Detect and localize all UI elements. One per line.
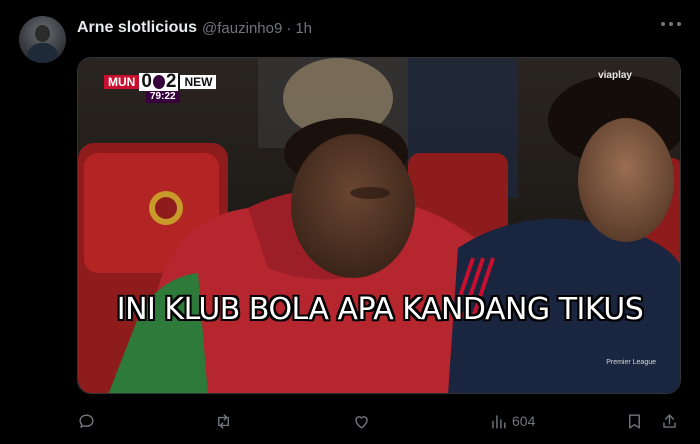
avatar-head <box>35 25 50 42</box>
repost-icon <box>218 413 229 429</box>
views-button[interactable]: 604 <box>489 408 535 434</box>
like-button[interactable] <box>352 408 371 434</box>
timestamp[interactable]: 1h <box>295 20 312 37</box>
separator-dot: · <box>286 19 292 37</box>
reply-icon <box>79 413 94 428</box>
tweet-card[interactable]: Arne slotlicious @fauzinho9 · 1h MUN 0 2… <box>0 0 700 444</box>
broadcaster-logo: viaplay <box>598 70 632 81</box>
stadium-scene <box>78 58 680 393</box>
score: 0 2 <box>139 71 179 92</box>
away-score: 2 <box>165 71 177 92</box>
avatar[interactable] <box>19 16 66 63</box>
more-icon[interactable] <box>659 14 683 34</box>
views-count: 604 <box>512 413 536 429</box>
premier-league-icon <box>152 75 165 89</box>
share-icon <box>663 413 676 428</box>
league-watermark: Premier League <box>606 359 656 366</box>
away-team: NEW <box>178 75 217 89</box>
match-clock: 79:22 <box>146 91 180 103</box>
tweet-header: Arne slotlicious @fauzinho9 · 1h <box>77 17 312 39</box>
reply-button[interactable] <box>77 408 96 434</box>
share-button[interactable] <box>660 408 679 434</box>
display-name[interactable]: Arne slotlicious <box>77 19 197 37</box>
meme-caption: INI KLUB BOLA APA KANDANG TIKUS <box>116 292 644 327</box>
action-bar: 604 <box>77 408 681 434</box>
like-icon <box>355 415 368 429</box>
media-image[interactable]: MUN 0 2 NEW 79:22 viaplay Premier League… <box>77 57 681 394</box>
home-score: 0 <box>141 71 152 92</box>
views-icon <box>492 414 506 429</box>
user-handle[interactable]: @fauzinho9 <box>202 20 282 37</box>
bookmark-icon <box>629 413 640 429</box>
repost-button[interactable] <box>214 408 233 434</box>
avatar-body <box>27 43 58 63</box>
home-team: MUN <box>104 75 140 89</box>
bookmark-button[interactable] <box>625 408 644 434</box>
scorebug: MUN 0 2 NEW 79:22 <box>104 71 217 103</box>
